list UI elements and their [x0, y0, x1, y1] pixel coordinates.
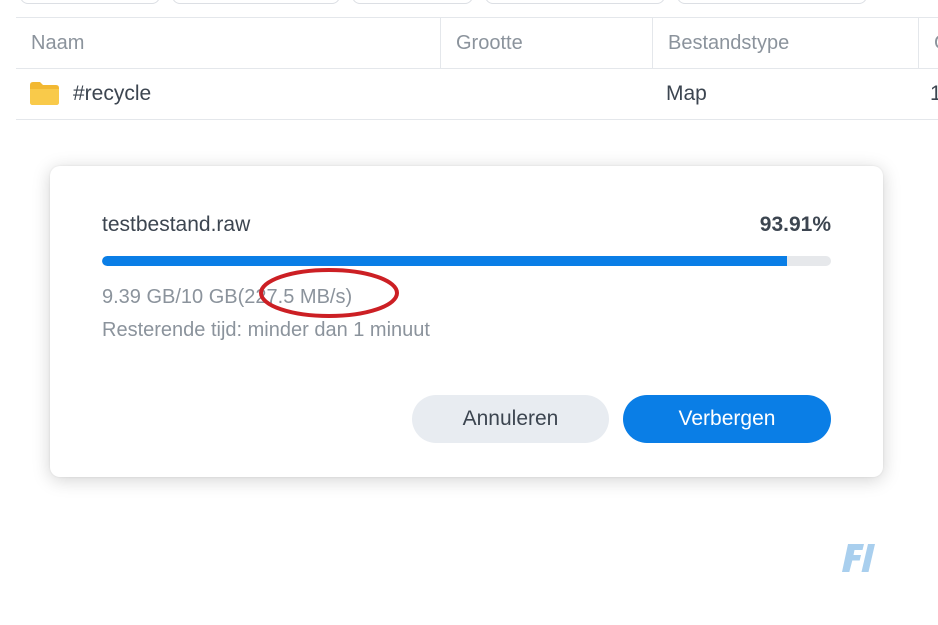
hide-button[interactable]: Verbergen — [623, 395, 831, 443]
folder-icon — [30, 82, 59, 105]
column-header-more[interactable]: G — [918, 18, 938, 68]
toolbar-button-stub[interactable] — [352, 0, 473, 4]
cancel-button[interactable]: Annuleren — [412, 395, 609, 443]
remaining-time: Resterende tijd: minder dan 1 minuut — [102, 319, 430, 341]
fi-logo-icon — [842, 544, 875, 572]
toolbar-button-stub[interactable] — [172, 0, 340, 4]
table-header: Naam Grootte Bestandstype G — [16, 17, 938, 69]
file-name[interactable]: #recycle — [73, 69, 151, 119]
progress-bar — [102, 256, 831, 266]
upload-percent: 93.91% — [759, 213, 831, 236]
upload-filename: testbestand.raw — [102, 213, 251, 236]
file-extra: 1 — [930, 82, 938, 105]
toolbar-button-stub[interactable] — [20, 0, 160, 4]
toolbar-button-stub[interactable] — [485, 0, 665, 4]
column-header-size[interactable]: Grootte — [440, 18, 652, 68]
file-table: Naam Grootte Bestandstype G #recycle Map… — [16, 17, 938, 120]
transfer-speed: (227.5 MB/s) — [237, 286, 353, 308]
upload-progress-dialog: testbestand.raw 93.91% 9.39 GB/10 GB(227… — [50, 166, 883, 477]
transfer-status: 9.39 GB/10 GB(227.5 MB/s) — [102, 286, 352, 309]
file-type: Map — [666, 82, 707, 105]
table-row[interactable]: #recycle Map 1 — [16, 69, 938, 120]
progress-fill — [102, 256, 787, 266]
column-header-type[interactable]: Bestandstype — [652, 18, 918, 68]
transfer-amount: 9.39 GB/10 GB — [102, 286, 238, 308]
column-header-name[interactable]: Naam — [16, 18, 440, 68]
toolbar-button-stub[interactable] — [677, 0, 867, 4]
